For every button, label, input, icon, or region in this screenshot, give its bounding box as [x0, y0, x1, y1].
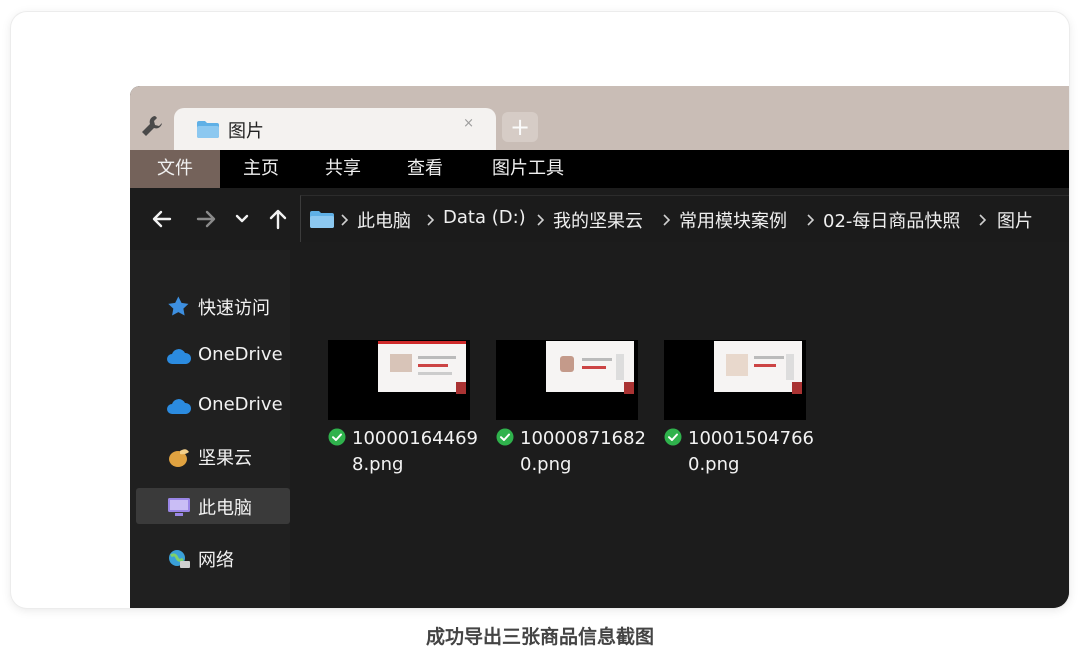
sidebar-item-this-pc[interactable]: 此电脑 [136, 488, 290, 524]
chevron-right-icon [537, 214, 545, 226]
tab-title: 图片 [228, 121, 264, 142]
file-thumbnail[interactable] [496, 340, 638, 420]
screenshot-preview [378, 341, 466, 392]
address-bar-row: 此电脑 Data (D:) 我的坚果云 常用模块案例 02-每日商品快照 图片 [130, 188, 1069, 250]
network-icon [169, 550, 190, 568]
file-name-line2: 0.png [688, 454, 740, 475]
file-thumbnail[interactable] [664, 340, 806, 420]
breadcrumb-drive[interactable]: Data (D:) [443, 207, 526, 228]
ribbon-file[interactable]: 文件 [130, 150, 220, 188]
cloud-icon [167, 399, 192, 414]
file-item[interactable]: 10000871682 0.png [496, 426, 646, 478]
wrench-icon[interactable] [138, 112, 166, 140]
file-name-line2: 0.png [520, 454, 572, 475]
folder-icon [310, 211, 334, 228]
star-icon [168, 296, 189, 316]
sidebar-item-jianguoyun[interactable]: 坚果云 [136, 438, 290, 474]
ribbon-share[interactable]: 共享 [310, 150, 376, 188]
chevron-right-icon [979, 214, 987, 226]
sync-check-icon [664, 428, 682, 446]
file-name-line1: 10001504766 [688, 428, 814, 449]
screenshot-preview [546, 341, 634, 392]
back-arrow-icon[interactable] [148, 202, 176, 236]
file-thumbnail[interactable] [328, 340, 470, 420]
folder-icon [197, 121, 219, 138]
sidebar-item-label: 坚果云 [198, 448, 252, 469]
sidebar-item-onedrive-2[interactable]: OneDrive [136, 388, 290, 424]
navigation-pane: 快速访问 OneDrive OneDrive 坚果云 此电脑 网络 [130, 250, 290, 608]
breadcrumb-this-pc[interactable]: 此电脑 [357, 207, 411, 233]
file-name-line1: 10000164469 [352, 428, 478, 449]
tab-pictures[interactable]: 图片 × [174, 108, 496, 150]
close-tab-icon[interactable]: × [463, 116, 474, 131]
sidebar-item-network[interactable]: 网络 [136, 540, 290, 576]
file-item[interactable]: 10000164469 8.png [328, 426, 478, 478]
ribbon-picture-tools[interactable]: 图片工具 [480, 150, 576, 188]
sidebar-item-quick-access[interactable]: 快速访问 [136, 288, 290, 324]
breadcrumb-module-cases[interactable]: 常用模块案例 [679, 207, 787, 233]
tab-strip: 图片 × + [130, 86, 1069, 150]
file-name-line1: 10000871682 [520, 428, 646, 449]
breadcrumb-jianguoyun[interactable]: 我的坚果云 [553, 207, 643, 233]
sidebar-item-onedrive[interactable]: OneDrive [136, 338, 290, 374]
breadcrumb-pictures[interactable]: 图片 [997, 207, 1033, 233]
figure-caption: 成功导出三张商品信息截图 [425, 626, 654, 648]
sidebar-item-label: OneDrive [198, 394, 283, 415]
sidebar-item-label: 此电脑 [198, 498, 252, 519]
forward-arrow-icon[interactable] [192, 202, 220, 236]
chevron-right-icon [427, 214, 435, 226]
sidebar-item-label: 快速访问 [198, 298, 270, 319]
file-list: 10000164469 8.png 10000871682 0.png 1000… [290, 250, 1069, 608]
computer-icon [168, 498, 190, 516]
nut-icon [169, 449, 189, 467]
chevron-right-icon [663, 214, 671, 226]
screenshot-preview [714, 341, 802, 392]
sidebar-item-label: 网络 [198, 550, 234, 571]
sync-check-icon [496, 428, 514, 446]
screenshot-card: 图片 × + 文件 主页 共享 查看 图片工具 此电脑 Data (D:) 我的… [11, 12, 1069, 608]
file-name-line2: 8.png [352, 454, 404, 475]
cloud-icon [167, 349, 192, 364]
chevron-right-icon [807, 214, 815, 226]
ribbon-menu: 文件 主页 共享 查看 图片工具 [130, 150, 1069, 188]
breadcrumb-daily-snapshot[interactable]: 02-每日商品快照 [823, 207, 960, 233]
chevron-down-icon[interactable] [232, 202, 252, 236]
sidebar-item-label: OneDrive [198, 344, 283, 365]
up-arrow-icon[interactable] [264, 202, 292, 236]
chevron-right-icon [341, 214, 349, 226]
file-item[interactable]: 10001504766 0.png [664, 426, 814, 478]
ribbon-view[interactable]: 查看 [392, 150, 458, 188]
address-path[interactable]: 此电脑 Data (D:) 我的坚果云 常用模块案例 02-每日商品快照 图片 [300, 195, 1069, 242]
sync-check-icon [328, 428, 346, 446]
file-explorer-window: 图片 × + 文件 主页 共享 查看 图片工具 此电脑 Data (D:) 我的… [130, 86, 1069, 608]
new-tab-button[interactable]: + [502, 112, 538, 142]
ribbon-home[interactable]: 主页 [228, 150, 294, 188]
